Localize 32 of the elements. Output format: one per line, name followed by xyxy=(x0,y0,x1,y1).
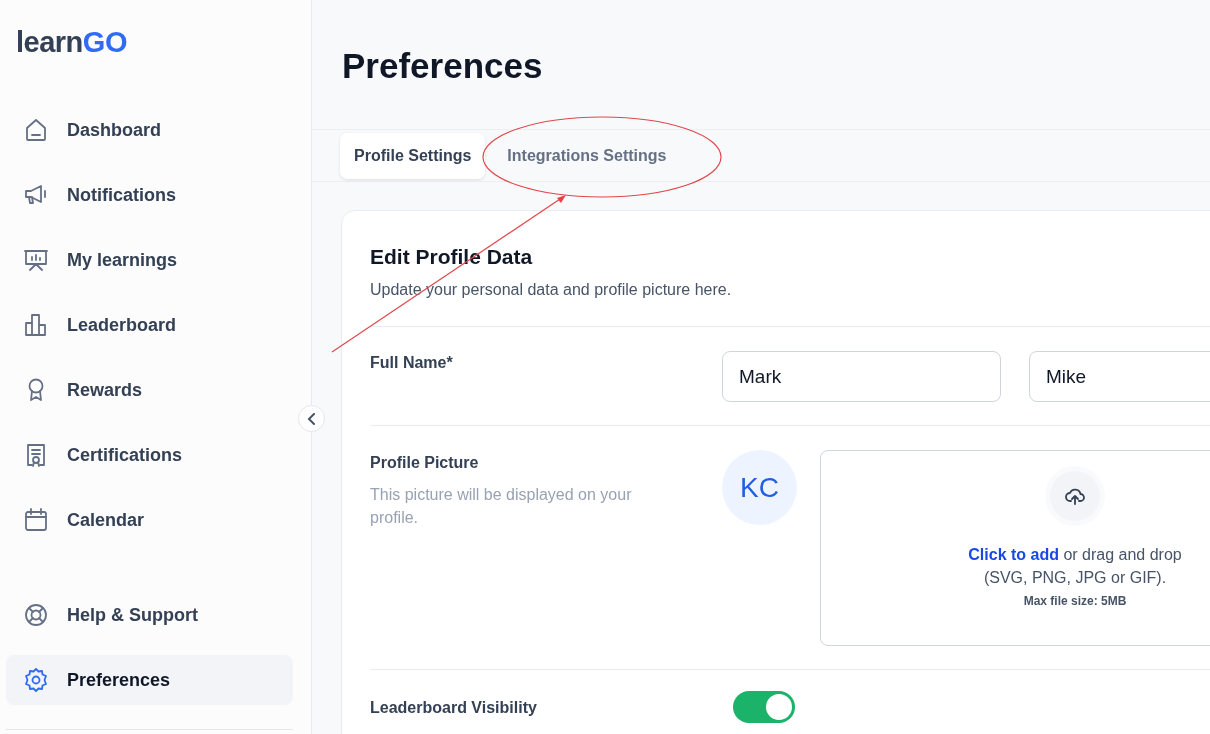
lifebuoy-icon xyxy=(22,601,50,629)
sidebar-item[interactable]: Preferences xyxy=(6,655,293,705)
calendar-icon xyxy=(22,506,50,534)
field-label: Profile Picture xyxy=(370,453,480,474)
sidebar-item[interactable]: Notifications xyxy=(6,170,293,220)
sidebar-item[interactable]: Dashboard xyxy=(6,105,293,155)
tab[interactable]: Integrations Settings xyxy=(493,132,681,179)
field-label: Full Name* xyxy=(370,353,454,374)
collapse-button[interactable] xyxy=(298,405,325,432)
upload-dropzone[interactable]: Click to add or drag and drop (SVG, PNG, JPG or GIF). Max file size: 5MB xyxy=(820,450,1210,647)
max-file-size: Max file size: 5MB xyxy=(1023,592,1127,610)
sidebar-item[interactable]: Leaderboard xyxy=(6,300,293,350)
logo: learnGO xyxy=(16,28,128,57)
chevron-left-icon xyxy=(306,412,317,425)
sidebar-item[interactable]: Calendar xyxy=(6,495,293,545)
upload-instructions: Click to add or drag and drop xyxy=(968,545,1182,566)
field-label: Leaderboard Visibility xyxy=(370,698,538,719)
sidebar-item[interactable]: My learnings xyxy=(6,235,293,285)
field-hint: This picture will be displayed on your profile. xyxy=(370,485,633,529)
settings-icon xyxy=(22,666,50,694)
sidebar-item[interactable]: Certifications xyxy=(6,430,293,480)
upload-formats: (SVG, PNG, JPG or GIF). xyxy=(983,568,1167,589)
tab[interactable]: Profile Settings xyxy=(340,132,486,179)
page-title: Preferences xyxy=(341,45,544,87)
sidebar-item[interactable]: Rewards xyxy=(6,365,293,415)
first-name-field[interactable]: Mark xyxy=(722,351,1001,403)
avatar: KC xyxy=(722,450,797,526)
click-to-add-link[interactable]: Click to add xyxy=(968,546,1059,564)
last-name-field[interactable]: Mike xyxy=(1029,351,1210,403)
sidebar-item[interactable]: Help & Support xyxy=(6,590,293,640)
toggle-switch[interactable] xyxy=(733,691,795,724)
card-subtitle: Update your personal data and profile picture here. xyxy=(370,280,733,301)
